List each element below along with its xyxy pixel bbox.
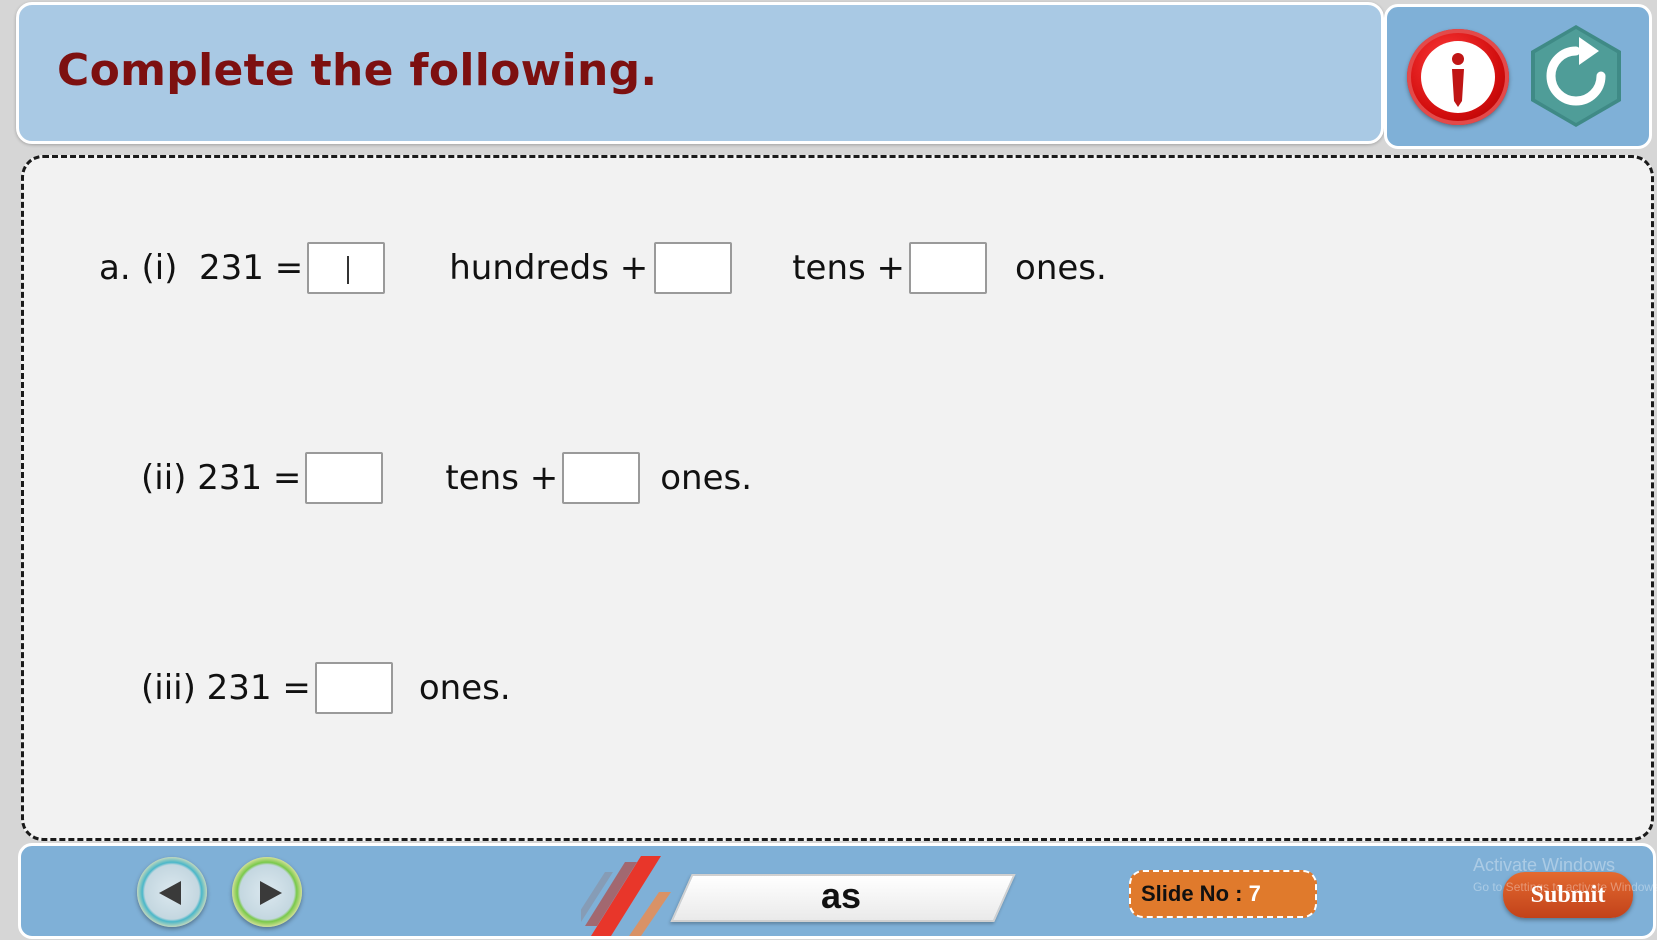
next-button[interactable] [232, 857, 302, 927]
question-a-i-ones-label: ones. [1015, 248, 1107, 288]
text-caret [347, 256, 350, 284]
question-a-ii-tens-label: tens + [445, 458, 559, 498]
previous-button[interactable] [137, 857, 207, 927]
question-a-i-prefix: a. (i) 231 = [99, 248, 304, 288]
page-title: Complete the following. [57, 45, 658, 96]
answer-box-a-i-tens[interactable] [654, 242, 733, 294]
question-a-ii-ones-label: ones. [660, 458, 753, 498]
answer-box-a-iii-ones[interactable] [314, 662, 393, 714]
question-a-i-hundreds-label: hundreds + [449, 248, 649, 288]
question-a-ii: (ii) 231 = tens + ones. [141, 452, 752, 504]
info-icon [1421, 41, 1495, 113]
question-panel: a. (i) 231 = hundreds + tens + ones. (ii… [21, 155, 1654, 841]
slide-stage: Complete the following. a. (i) 231 = hun… [0, 0, 1657, 940]
answer-box-a-ii-tens[interactable] [305, 452, 384, 504]
answer-box-a-i-hundreds[interactable] [307, 242, 386, 294]
label-banner: as [581, 852, 1041, 936]
question-a-i-tens-label: tens + [792, 248, 906, 288]
slide-number-value: 7 [1248, 881, 1261, 906]
chevron-right-icon [260, 881, 282, 905]
info-button[interactable] [1407, 29, 1509, 125]
chevron-left-icon [159, 881, 181, 905]
slide-number-label: Slide No : [1141, 881, 1249, 906]
answer-box-a-i-ones[interactable] [909, 242, 988, 294]
reload-icon [1531, 25, 1621, 127]
question-a-ii-prefix: (ii) 231 = [141, 458, 302, 498]
question-a-i: a. (i) 231 = hundreds + tens + ones. [99, 242, 1107, 294]
header-icon-panel [1384, 4, 1652, 149]
submit-button[interactable]: Submit [1503, 872, 1633, 918]
question-a-iii-ones-label: ones. [418, 668, 511, 708]
question-a-iii-prefix: (iii) 231 = [141, 668, 311, 708]
question-a-iii: (iii) 231 = ones. [141, 662, 511, 714]
header-panel: Complete the following. [16, 2, 1384, 144]
label-text: as [820, 875, 862, 916]
slide-number-badge: Slide No : 7 [1129, 870, 1317, 918]
footer-bar: as Slide No : 7 Submit Activate Windows … [18, 843, 1657, 939]
reload-button[interactable] [1529, 23, 1623, 129]
answer-box-a-ii-ones[interactable] [562, 452, 641, 504]
